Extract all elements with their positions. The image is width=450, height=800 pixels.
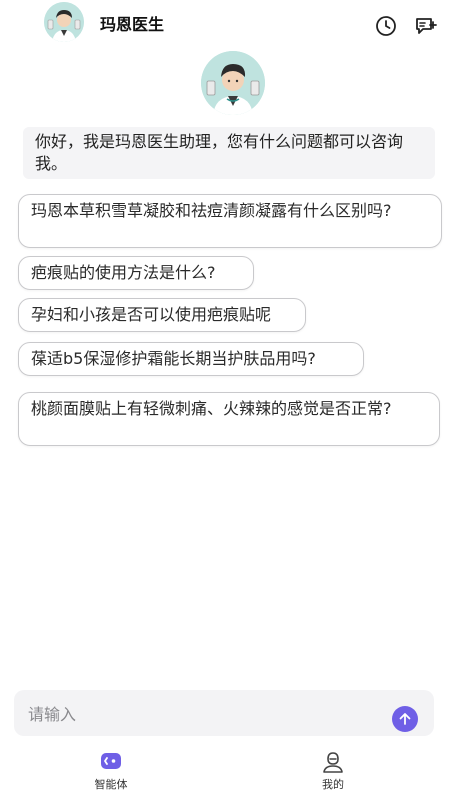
arrow-up-icon [399,713,411,725]
bottom-tab-bar: 智能体 我的 [0,744,450,800]
profile-icon [323,752,343,773]
suggested-question[interactable]: 葆适b5保湿修护霜能长期当护肤品用吗? [18,342,364,376]
clock-icon[interactable] [374,14,398,38]
suggested-question[interactable]: 孕妇和小孩是否可以使用疤痕贴呢 [18,298,306,332]
new-chat-icon[interactable] [414,14,438,38]
tab-profile-label: 我的 [322,778,344,791]
tab-agent-label: 智能体 [94,778,128,791]
tab-agent[interactable]: 智能体 [71,750,151,792]
suggested-question[interactable]: 玛恩本草积雪草凝胶和祛痘清颜凝露有什么区别吗? [18,194,442,248]
suggested-question[interactable]: 疤痕贴的使用方法是什么? [18,256,254,290]
chat-input-bar [14,690,434,736]
header: 玛恩医生 [0,0,450,44]
chat-input[interactable] [26,698,380,730]
send-button[interactable] [392,706,418,732]
suggested-question[interactable]: 桃颜面膜贴上有轻微刺痛、火辣辣的感觉是否正常? [18,392,440,446]
agent-icon [101,753,121,769]
assistant-avatar [201,51,265,115]
doctor-avatar [44,2,84,42]
greeting-message: 你好，我是玛恩医生助理，您有什么问题都可以咨询我。 [23,127,435,179]
page-title: 玛恩医生 [100,15,165,34]
tab-profile[interactable]: 我的 [293,750,373,792]
